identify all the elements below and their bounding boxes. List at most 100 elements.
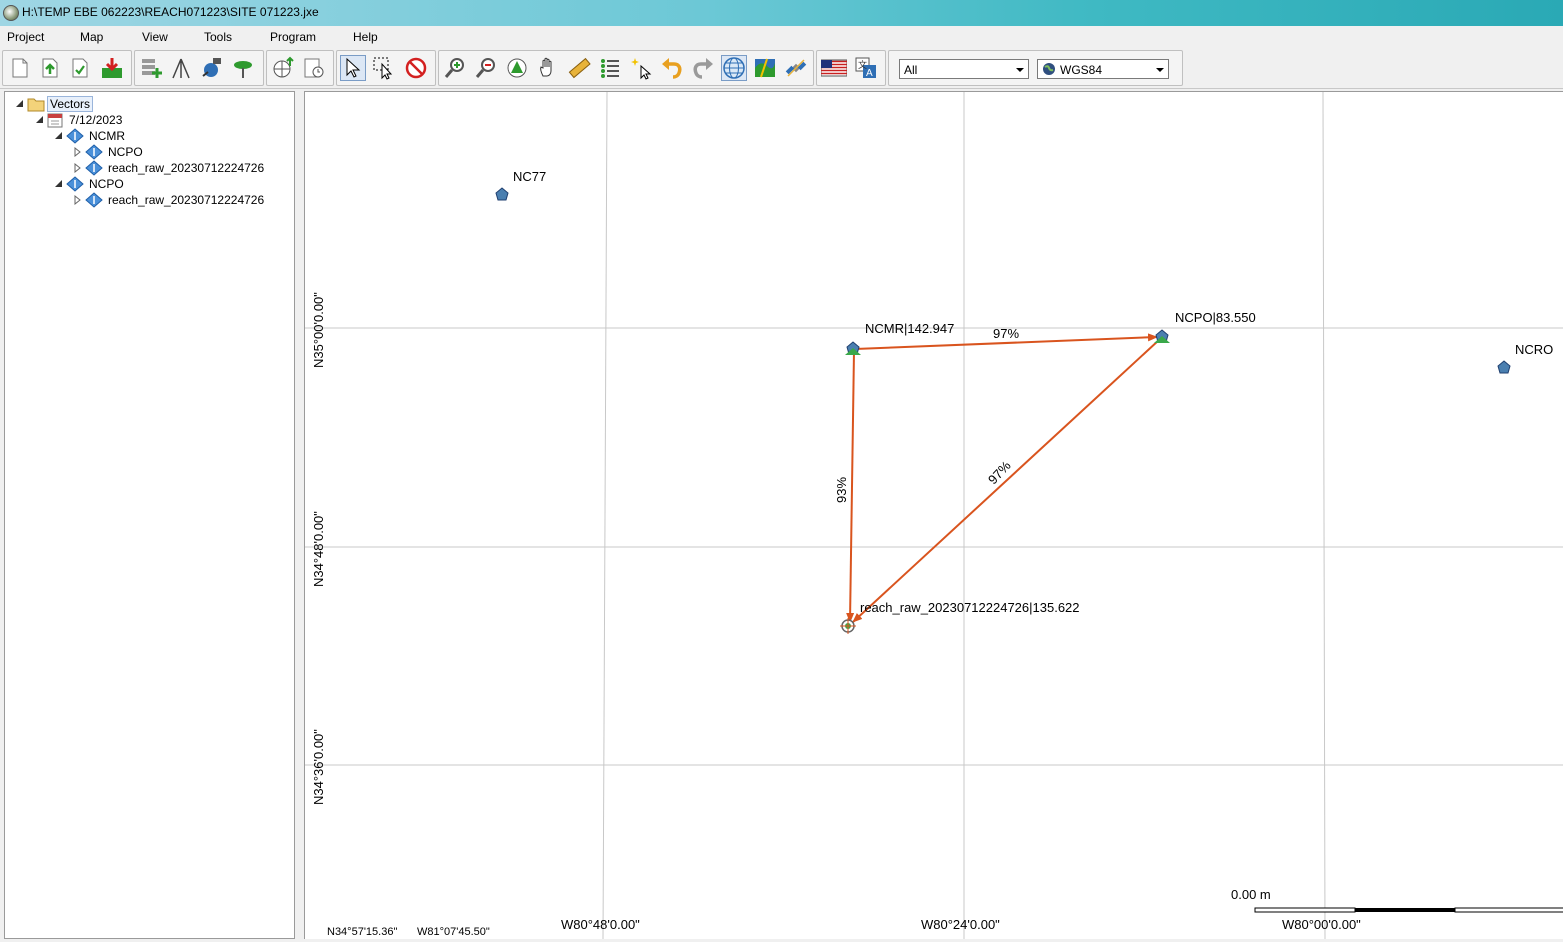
collapse-icon[interactable] bbox=[35, 115, 45, 125]
translate-button[interactable]: A文 bbox=[853, 55, 879, 81]
tree-node-ncmr[interactable]: NCMR bbox=[54, 128, 194, 144]
language-toolbar-group: A文 bbox=[816, 50, 886, 86]
tree-label-ncpo-reach: reach_raw_20230712224726 bbox=[108, 193, 265, 207]
vector-label-ncmr-ncpo: 97% bbox=[993, 326, 1020, 341]
new-project-button[interactable] bbox=[7, 55, 33, 81]
collapse-icon[interactable] bbox=[15, 99, 25, 109]
tree-label-ncpo: NCPO bbox=[89, 177, 124, 191]
box-select-button[interactable] bbox=[371, 55, 397, 81]
translate-icon: A文 bbox=[855, 57, 876, 79]
point-ncpo-icon[interactable] bbox=[1154, 329, 1170, 343]
lon-label-2: W80°24'0.00" bbox=[921, 917, 1000, 932]
map-canvas[interactable]: NC77 NCRO NCMR|142.947 NCPO|83.550 reach… bbox=[304, 91, 1563, 939]
zoom-in-button[interactable] bbox=[442, 55, 468, 81]
zoom-in-icon bbox=[444, 58, 464, 78]
zoom-extents-icon bbox=[507, 58, 527, 78]
vector-ncpo-reach[interactable] bbox=[852, 339, 1160, 623]
point-label-nc77: NC77 bbox=[513, 169, 547, 184]
lat-label-1: N35°00'0.00" bbox=[311, 292, 326, 368]
grid-line-lon-3 bbox=[1322, 92, 1326, 939]
vector-ncmr-reach[interactable] bbox=[846, 350, 855, 623]
list-icon bbox=[601, 59, 619, 78]
map-icon bbox=[755, 58, 775, 78]
tree-label-ncmr: NCMR bbox=[89, 129, 125, 143]
open-file-icon bbox=[42, 58, 58, 78]
open-project-button[interactable] bbox=[37, 55, 63, 81]
expand-icon[interactable] bbox=[73, 163, 83, 173]
filter-select[interactable]: All bbox=[899, 59, 1029, 79]
menu-map[interactable]: Map bbox=[80, 30, 103, 44]
tree-node-ncmr-reach[interactable]: reach_raw_20230712224726 bbox=[73, 160, 273, 176]
lon-label-3: W80°00'0.00" bbox=[1282, 917, 1361, 932]
satellite-dish-icon bbox=[785, 59, 807, 77]
tree-node-date[interactable]: 7/12/2023 bbox=[35, 112, 175, 128]
svg-text:文: 文 bbox=[858, 59, 867, 70]
cursor-longitude: W81°07'45.50" bbox=[417, 926, 490, 938]
zoom-out-button[interactable] bbox=[473, 55, 499, 81]
expand-icon[interactable] bbox=[73, 147, 83, 157]
svg-text:A: A bbox=[866, 68, 873, 79]
tripod-button[interactable] bbox=[168, 55, 194, 81]
vector-label-ncmr-reach: 93% bbox=[834, 476, 849, 503]
point-ncro-icon[interactable] bbox=[1497, 360, 1511, 374]
language-button[interactable] bbox=[821, 55, 847, 81]
add-data-button[interactable] bbox=[138, 55, 164, 81]
globe-export-button[interactable] bbox=[270, 55, 296, 81]
tree-node-ncpo-reach[interactable]: reach_raw_20230712224726 bbox=[73, 192, 273, 208]
expand-icon[interactable] bbox=[73, 195, 83, 205]
point-ncmr-icon[interactable] bbox=[845, 341, 861, 355]
redo-icon bbox=[693, 58, 713, 79]
clear-selection-button[interactable] bbox=[403, 55, 429, 81]
menu-program[interactable]: Program bbox=[270, 30, 316, 44]
menu-help[interactable]: Help bbox=[353, 30, 378, 44]
tree-label-ncmr-ncpo: NCPO bbox=[108, 145, 143, 159]
redo-button[interactable] bbox=[690, 55, 716, 81]
basemap-button[interactable] bbox=[752, 55, 778, 81]
point-nc77-icon[interactable] bbox=[495, 187, 509, 201]
globe-view-button[interactable] bbox=[721, 55, 747, 81]
menu-bar: Project Map View Tools Program Help bbox=[0, 26, 1563, 48]
folder-icon bbox=[27, 98, 45, 112]
satellite-view-button[interactable] bbox=[783, 55, 809, 81]
scale-label: 0.00 m bbox=[1231, 887, 1271, 902]
highlight-button[interactable] bbox=[628, 55, 654, 81]
globe-export-icon bbox=[273, 56, 294, 78]
zoom-out-icon bbox=[475, 58, 495, 78]
antenna-button[interactable] bbox=[230, 55, 256, 81]
satellite-button[interactable] bbox=[198, 55, 224, 81]
point-label-ncpo: NCPO|83.550 bbox=[1175, 310, 1256, 325]
list-button[interactable] bbox=[597, 55, 623, 81]
pan-button[interactable] bbox=[535, 55, 561, 81]
menu-view[interactable]: View bbox=[142, 30, 168, 44]
vector-icon bbox=[85, 160, 103, 176]
lon-label-1: W80°48'0.00" bbox=[561, 917, 640, 932]
tree-node-ncmr-ncpo[interactable]: NCPO bbox=[73, 144, 213, 160]
collapse-icon[interactable] bbox=[54, 179, 64, 189]
undo-button[interactable] bbox=[659, 55, 685, 81]
menu-tools[interactable]: Tools bbox=[204, 30, 232, 44]
tree-node-ncpo[interactable]: NCPO bbox=[54, 176, 194, 192]
zoom-extents-button[interactable] bbox=[504, 55, 530, 81]
save-project-button[interactable] bbox=[67, 55, 93, 81]
grid-line-lon-1 bbox=[602, 92, 608, 939]
box-select-icon bbox=[373, 57, 393, 80]
file-toolbar-group bbox=[2, 50, 132, 86]
import-button[interactable] bbox=[99, 55, 125, 81]
tree-node-vectors[interactable]: Vectors bbox=[15, 96, 135, 112]
globe-icon bbox=[723, 57, 745, 79]
collapse-icon[interactable] bbox=[54, 131, 64, 141]
us-flag-icon bbox=[821, 59, 847, 77]
app-icon bbox=[3, 5, 19, 21]
map-toolbar-group bbox=[438, 50, 814, 86]
select-tool-button[interactable] bbox=[340, 55, 366, 81]
point-label-reach: reach_raw_20230712224726|135.622 bbox=[860, 600, 1080, 615]
crs-select[interactable]: WGS84 bbox=[1037, 59, 1169, 79]
check-file-icon bbox=[72, 58, 88, 78]
crs-select-value: WGS84 bbox=[1060, 63, 1103, 77]
measure-button[interactable] bbox=[566, 55, 592, 81]
menu-project[interactable]: Project bbox=[7, 30, 44, 44]
report-button[interactable] bbox=[301, 55, 327, 81]
vector-icon bbox=[85, 192, 103, 208]
title-bar: H:\TEMP EBE 062223\REACH071223\SITE 0712… bbox=[0, 0, 1563, 26]
no-select-icon bbox=[405, 57, 427, 79]
